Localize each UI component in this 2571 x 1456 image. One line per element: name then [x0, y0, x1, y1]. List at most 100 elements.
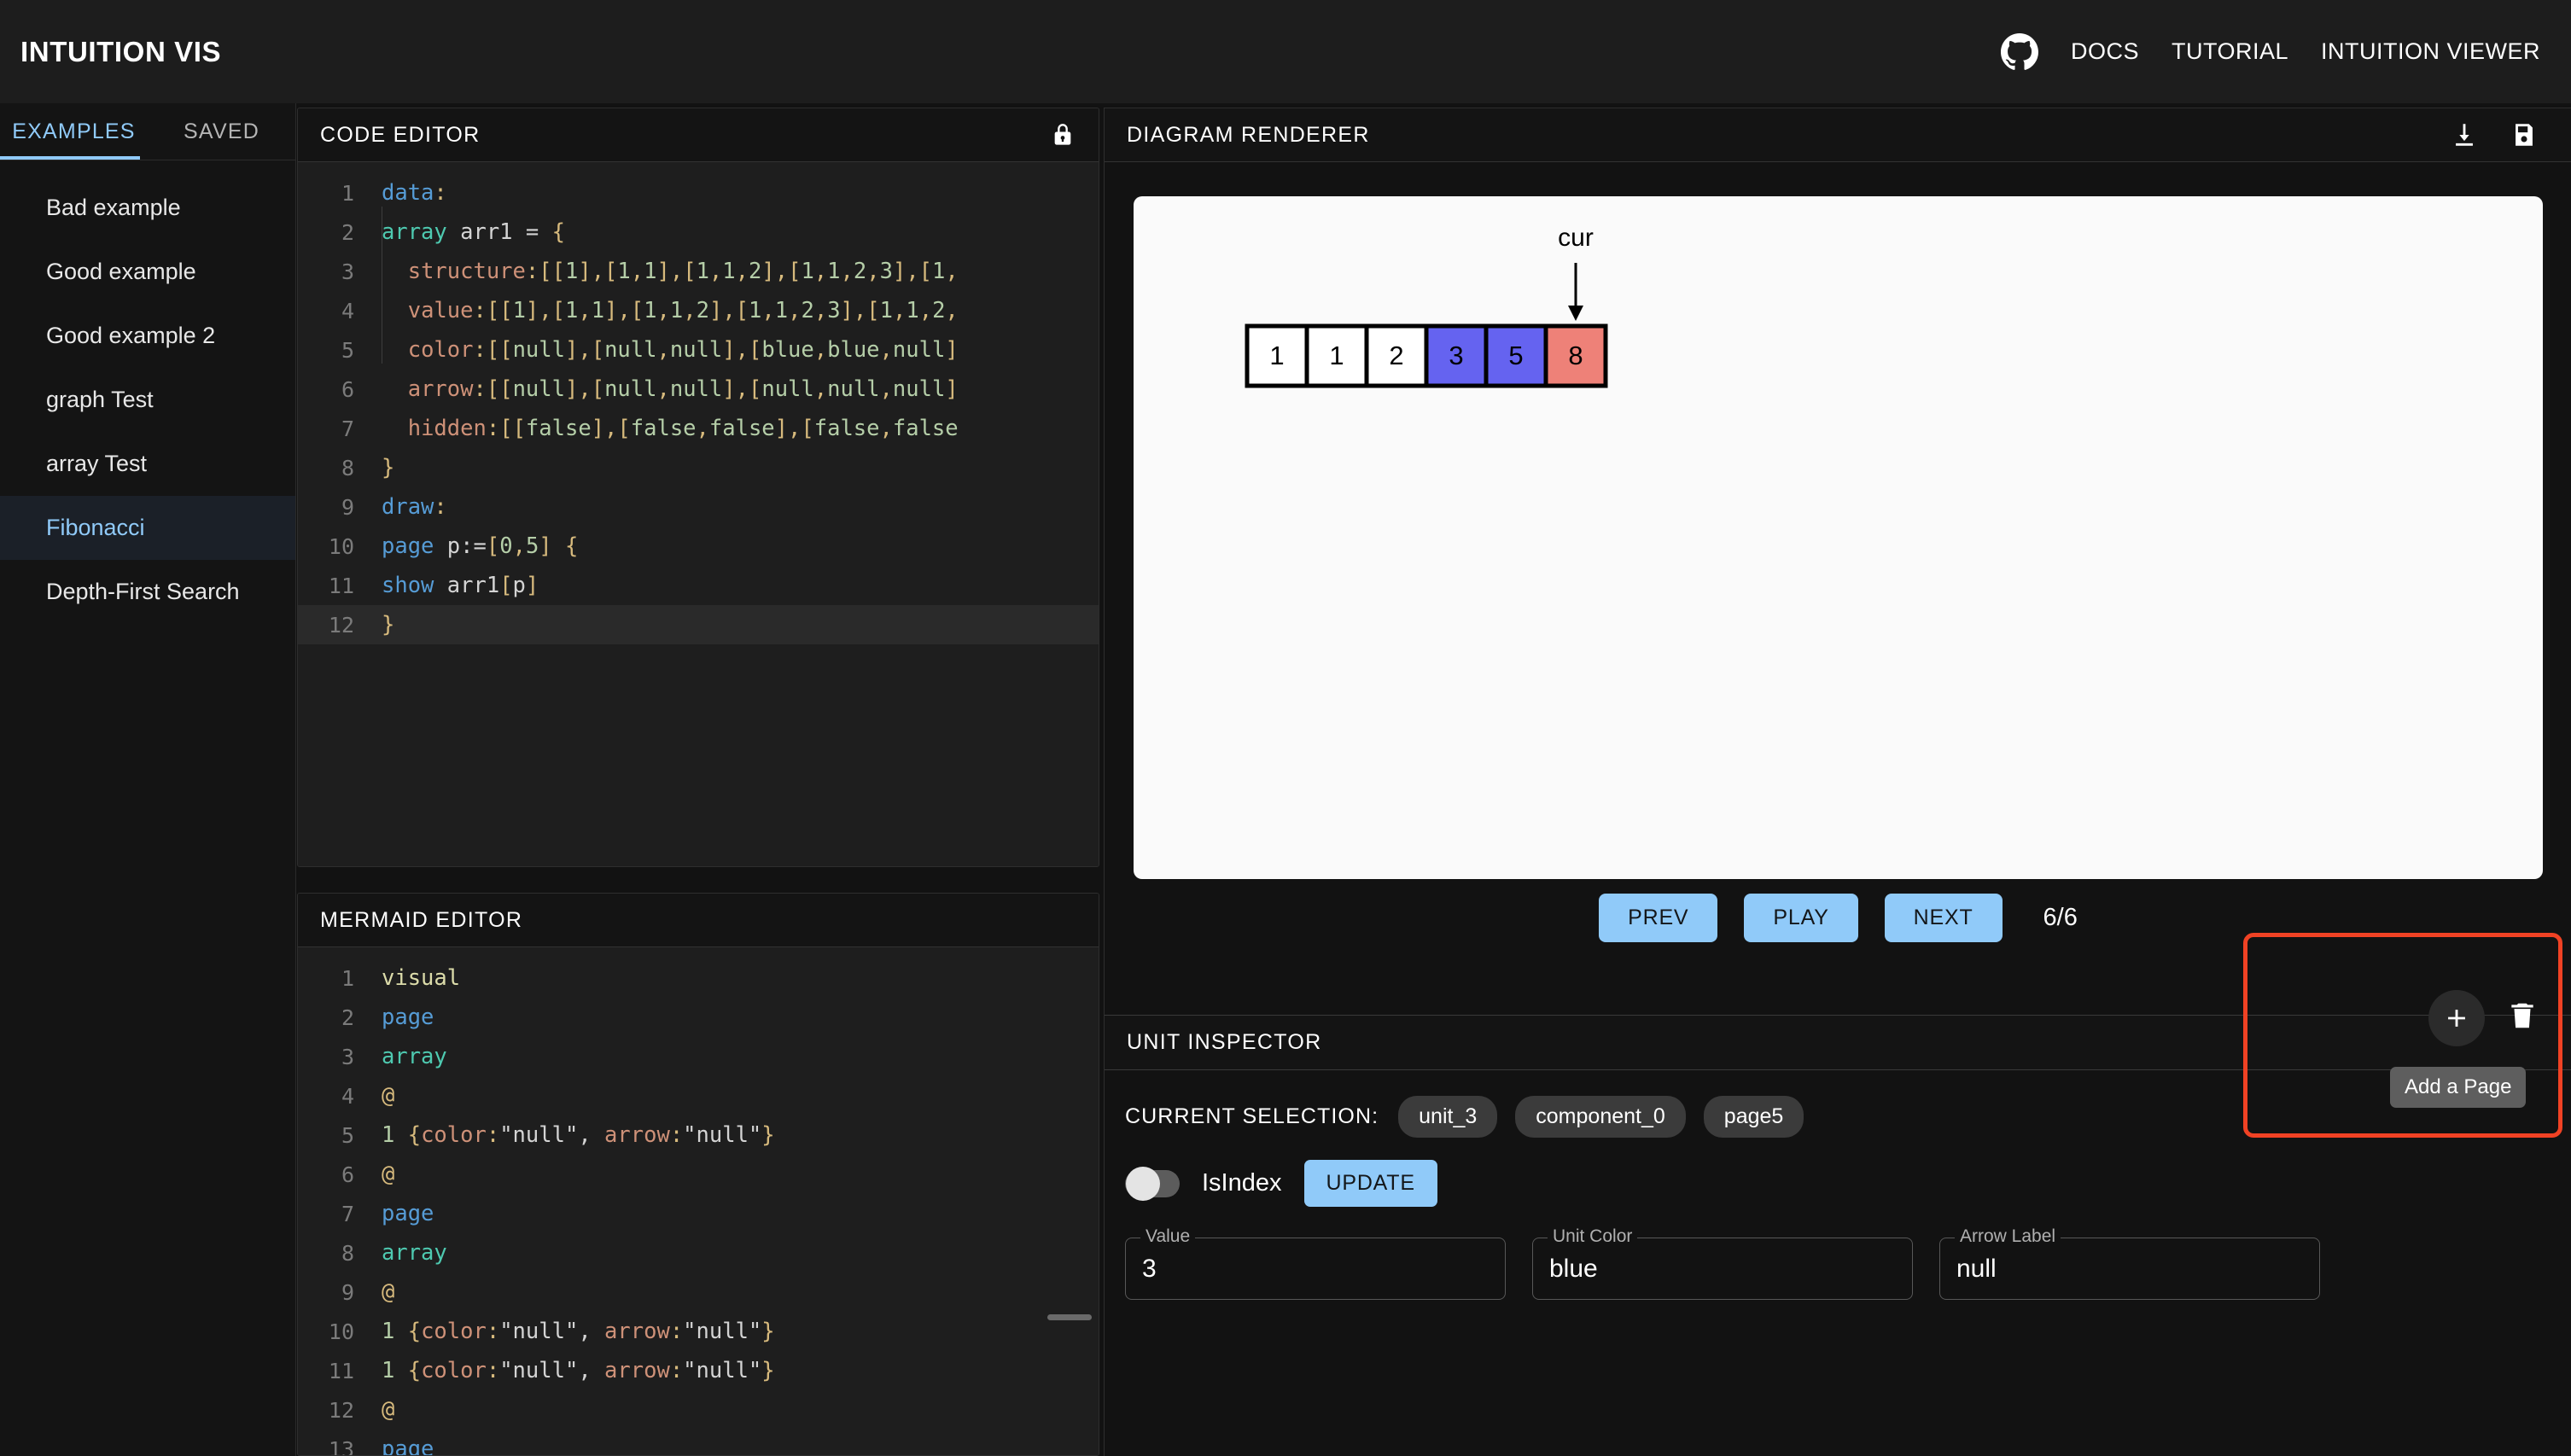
- mermaid-editor-scrollbar-thumb[interactable]: [1047, 1314, 1092, 1320]
- sidebar-item-fibonacci[interactable]: Fibonacci: [0, 496, 295, 560]
- code-line: 9 draw:: [298, 487, 1099, 527]
- line-number: 8: [341, 455, 354, 480]
- code-line-text: page p:=[0,5] {: [382, 533, 579, 559]
- code-line-text: value:[[1],[1,1],[1,1,2],[1,1,2,3],[1,1,…: [407, 298, 959, 323]
- line-number: 2: [341, 1005, 354, 1030]
- line-number: 11: [328, 1358, 354, 1383]
- nav-link-intuition-viewer[interactable]: INTUITION VIEWER: [2321, 38, 2540, 65]
- playback-controls: PREV PLAY NEXT 6/6: [1105, 894, 2571, 942]
- selection-chip-unit[interactable]: unit_3: [1398, 1096, 1498, 1138]
- sidebar: EXAMPLES SAVED Bad example Good example …: [0, 103, 296, 1456]
- active-tab-indicator: [0, 156, 140, 160]
- line-number: 1: [341, 965, 354, 991]
- tab-examples[interactable]: EXAMPLES: [0, 103, 148, 160]
- line-number: 8: [341, 1240, 354, 1266]
- code-line: 6 arrow:[[null],[null,null],[null,null,n…: [298, 370, 1099, 409]
- nav-link-docs[interactable]: DOCS: [2071, 38, 2139, 65]
- code-line: 7 hidden:[[false],[false,false],[false,f…: [298, 409, 1099, 448]
- code-line-text: visual: [382, 965, 461, 991]
- line-number: 5: [341, 1122, 354, 1148]
- code-line: 8 array: [298, 1233, 1099, 1273]
- diagram-renderer-header: DIAGRAM RENDERER: [1105, 108, 2571, 162]
- diagram-renderer-panel: DIAGRAM RENDERER 1 1 2 3 5 8 cur PREV PL…: [1104, 108, 2571, 1015]
- line-number: 12: [328, 1397, 354, 1423]
- delete-page-button[interactable]: [2506, 996, 2539, 1035]
- line-number: 4: [341, 298, 354, 323]
- line-number: 12: [328, 612, 354, 638]
- mermaid-editor-panel: MERMAID EDITOR 1 visual 2 page 3 array 4 @5 1 {c…: [297, 893, 1099, 1456]
- add-page-button[interactable]: [2428, 990, 2485, 1046]
- arrow-label-field-label: Arrow Label: [1955, 1226, 2061, 1247]
- nav-link-tutorial[interactable]: TUTORIAL: [2172, 38, 2288, 65]
- line-number: 11: [328, 573, 354, 598]
- sidebar-example-list: Bad example Good example Good example 2 …: [0, 160, 295, 624]
- array-cell-value: 5: [1508, 341, 1523, 370]
- code-line-text: data:: [382, 180, 447, 206]
- selection-chip-page[interactable]: page5: [1703, 1096, 1804, 1138]
- app-title: INTUITION VIS: [20, 35, 222, 67]
- mermaid-editor-title: MERMAID EDITOR: [320, 907, 523, 932]
- toggle-knob: [1126, 1166, 1160, 1201]
- code-line-text: page: [382, 1436, 434, 1455]
- code-line: 10 1 {color:"null", arrow:"null"}: [298, 1312, 1099, 1351]
- code-line: 10 page p:=[0,5] {: [298, 527, 1099, 566]
- code-line-text: hidden:[[false],[false,false],[false,fal…: [407, 416, 959, 441]
- save-icon[interactable]: [2510, 120, 2539, 149]
- line-number: 3: [341, 259, 354, 284]
- line-number: 6: [341, 1162, 354, 1187]
- diagram-canvas[interactable]: 1 1 2 3 5 8 cur: [1134, 196, 2543, 879]
- line-number: 4: [341, 1083, 354, 1109]
- tab-saved[interactable]: SAVED: [148, 103, 295, 160]
- sidebar-item-graph-test[interactable]: graph Test: [0, 368, 295, 432]
- unit-color-field-label: Unit Color: [1548, 1226, 1638, 1247]
- download-icon[interactable]: [2450, 120, 2479, 149]
- arrow-label-field[interactable]: Arrow Label null: [1939, 1226, 2320, 1300]
- line-number: 10: [328, 1319, 354, 1344]
- code-line: 5 color:[[null],[null,null],[blue,blue,n…: [298, 330, 1099, 370]
- code-line-text: @: [382, 1083, 395, 1109]
- line-number: 6: [341, 376, 354, 402]
- plus-icon: [2448, 1010, 2465, 1027]
- selection-chip-component[interactable]: component_0: [1515, 1096, 1686, 1138]
- code-line: 3 array: [298, 1037, 1099, 1076]
- code-line-text: 1 {color:"null", arrow:"null"}: [382, 1358, 775, 1383]
- sidebar-item-good-example[interactable]: Good example: [0, 240, 295, 304]
- next-button[interactable]: NEXT: [1884, 894, 2003, 942]
- mermaid-editor-text-area[interactable]: 1 visual 2 page 3 array 4 @5 1 {color:"null", ar…: [298, 947, 1099, 1455]
- code-line: 12}: [298, 605, 1099, 644]
- code-line: 5 1 {color:"null", arrow:"null"}: [298, 1115, 1099, 1155]
- add-page-tooltip: Add a Page: [2390, 1067, 2527, 1108]
- update-button[interactable]: UPDATE: [1303, 1160, 1437, 1207]
- isindex-toggle[interactable]: [1125, 1166, 1180, 1201]
- array-cell-value: 1: [1329, 341, 1344, 370]
- arrow-head: [1568, 306, 1583, 321]
- code-editor-header: CODE EDITOR: [298, 108, 1099, 162]
- top-nav: DOCS TUTORIAL INTUITION VIEWER: [2000, 32, 2540, 71]
- github-icon[interactable]: [2000, 32, 2038, 71]
- code-line: 4 value:[[1],[1,1],[1,1,2],[1,1,2,3],[1,…: [298, 291, 1099, 330]
- code-line-text: array arr1 = {: [382, 219, 565, 245]
- sidebar-item-good-example-2[interactable]: Good example 2: [0, 304, 295, 368]
- prev-button[interactable]: PREV: [1599, 894, 1718, 942]
- code-line-text: array: [382, 1044, 447, 1069]
- sidebar-item-depth-first-search[interactable]: Depth-First Search: [0, 560, 295, 624]
- code-line-text: color:[[null],[null,null],[blue,blue,nul…: [407, 337, 959, 363]
- code-editor-title: CODE EDITOR: [320, 122, 481, 147]
- code-line: 13 page: [298, 1430, 1099, 1455]
- diagram-renderer-title: DIAGRAM RENDERER: [1127, 122, 1370, 147]
- code-line: 12 @: [298, 1390, 1099, 1430]
- unit-color-field[interactable]: Unit Color blue: [1532, 1226, 1913, 1300]
- code-editor-text-area[interactable]: 1 data: 2 array arr1 = {3 structure:[[1],[1…: [298, 162, 1099, 866]
- code-line-text: array: [382, 1240, 447, 1266]
- sidebar-item-bad-example[interactable]: Bad example: [0, 176, 295, 240]
- play-button[interactable]: PLAY: [1744, 894, 1858, 942]
- sidebar-item-array-test[interactable]: array Test: [0, 432, 295, 496]
- value-field[interactable]: Value 3: [1125, 1226, 1506, 1300]
- code-line-text: }: [382, 455, 395, 480]
- line-number: 10: [328, 533, 354, 559]
- page-counter: 6/6: [2043, 904, 2078, 931]
- lock-icon[interactable]: [1051, 122, 1075, 148]
- unit-inspector-body: CURRENT SELECTION: unit_3 component_0 pa…: [1105, 1070, 2571, 1300]
- line-number: 5: [341, 337, 354, 363]
- code-line: 4 @: [298, 1076, 1099, 1115]
